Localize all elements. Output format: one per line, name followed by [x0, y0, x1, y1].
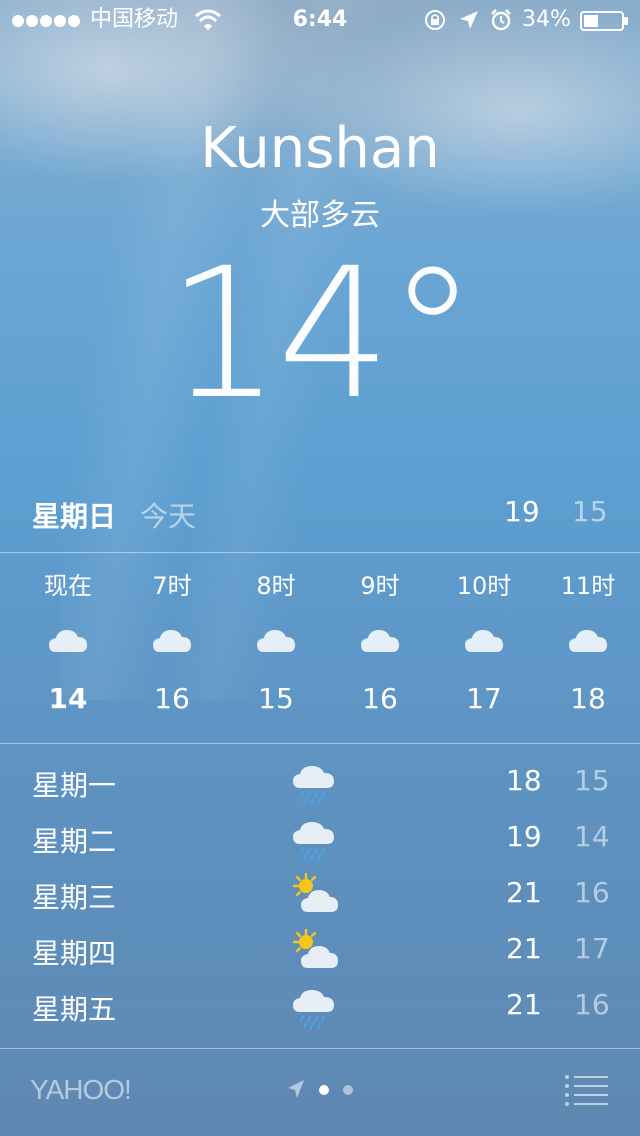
- day-high-temp: 19: [506, 820, 542, 853]
- day-low-temp: 15: [574, 764, 610, 797]
- status-bar: 中国移动 6:44 34%: [0, 0, 640, 40]
- rain-cloud-icon: [291, 988, 336, 1030]
- city-name: Kunshan: [200, 116, 440, 181]
- divider: [0, 743, 640, 744]
- daily-row: 星期一 18 15: [0, 758, 640, 814]
- page-indicator-dot[interactable]: [343, 1085, 353, 1095]
- today-summary-row: 星期日 今天 19 15: [0, 495, 640, 539]
- today-label: 今天: [140, 500, 197, 533]
- hour-temp: 16: [154, 682, 190, 715]
- daily-row: 星期四 21 17: [0, 926, 640, 982]
- hourly-item: 9时 16: [328, 566, 432, 715]
- day-name: 星期四: [32, 937, 117, 970]
- hourly-item: 8时 15: [224, 566, 328, 715]
- divider: [0, 1048, 640, 1049]
- current-temperature: 14°: [166, 230, 477, 439]
- hourly-item: 现在 14: [16, 566, 120, 715]
- partly-sunny-icon: [292, 872, 340, 914]
- day-low-temp: 16: [574, 876, 610, 909]
- alarm-clock-icon: [491, 9, 511, 31]
- day-name: 星期二: [32, 825, 117, 858]
- today-day-name: 星期日: [32, 500, 117, 533]
- weather-condition: 大部多云: [260, 198, 380, 233]
- day-high-temp: 21: [506, 932, 542, 965]
- day-name: 星期三: [32, 881, 117, 914]
- hour-label: 8时: [256, 572, 296, 600]
- hourly-item: 10时 17: [432, 566, 536, 715]
- today-low-temp: 15: [572, 495, 608, 528]
- daily-row: 星期二 19 14: [0, 814, 640, 870]
- daily-row: 星期五 21 16: [0, 982, 640, 1038]
- rain-cloud-icon: [291, 820, 336, 862]
- day-high-temp: 18: [506, 764, 542, 797]
- page-indicator-dot-active[interactable]: [319, 1085, 329, 1095]
- hour-label: 9时: [360, 572, 400, 600]
- hour-temp: 16: [362, 682, 398, 715]
- hour-label: 11时: [560, 572, 616, 600]
- partly-sunny-icon: [292, 928, 340, 970]
- cloud-icon: [49, 630, 87, 652]
- cloud-icon: [465, 630, 503, 652]
- day-low-temp: 16: [574, 988, 610, 1021]
- city-list-icon[interactable]: [564, 1074, 610, 1106]
- hourly-item: 7时 16: [120, 566, 224, 715]
- hour-temp: 17: [466, 682, 502, 715]
- day-high-temp: 21: [506, 988, 542, 1021]
- cloud-icon: [257, 630, 295, 652]
- location-arrow-icon: [460, 11, 478, 29]
- cloud-icon: [569, 630, 607, 652]
- hour-temp: 18: [570, 682, 606, 715]
- cloud-icon: [361, 630, 399, 652]
- hour-temp: 15: [258, 682, 294, 715]
- hour-label: 7时: [152, 572, 192, 600]
- divider: [0, 552, 640, 553]
- cloud-icon: [153, 630, 191, 652]
- day-name: 星期一: [32, 769, 117, 802]
- day-name: 星期五: [32, 993, 117, 1026]
- rotation-lock-icon: [425, 10, 445, 30]
- rain-cloud-icon: [291, 764, 336, 806]
- day-low-temp: 17: [574, 932, 610, 965]
- day-high-temp: 21: [506, 876, 542, 909]
- hourly-forecast[interactable]: 现在 14 7时 16 8时 15 9时 16 10时 17 11时 18: [0, 566, 640, 736]
- daily-row: 星期三 21 16: [0, 870, 640, 926]
- yahoo-logo-link[interactable]: YAHOO!: [30, 1074, 132, 1106]
- hourly-item: 11时 18: [536, 566, 640, 715]
- hour-temp: 14: [48, 682, 88, 715]
- battery-icon: [580, 11, 628, 31]
- hour-label: 10时: [456, 572, 512, 600]
- today-high-temp: 19: [504, 495, 540, 528]
- current-location-icon: [288, 1080, 304, 1098]
- day-low-temp: 14: [574, 820, 610, 853]
- battery-percentage: 34%: [522, 7, 571, 32]
- hour-label: 现在: [44, 572, 92, 600]
